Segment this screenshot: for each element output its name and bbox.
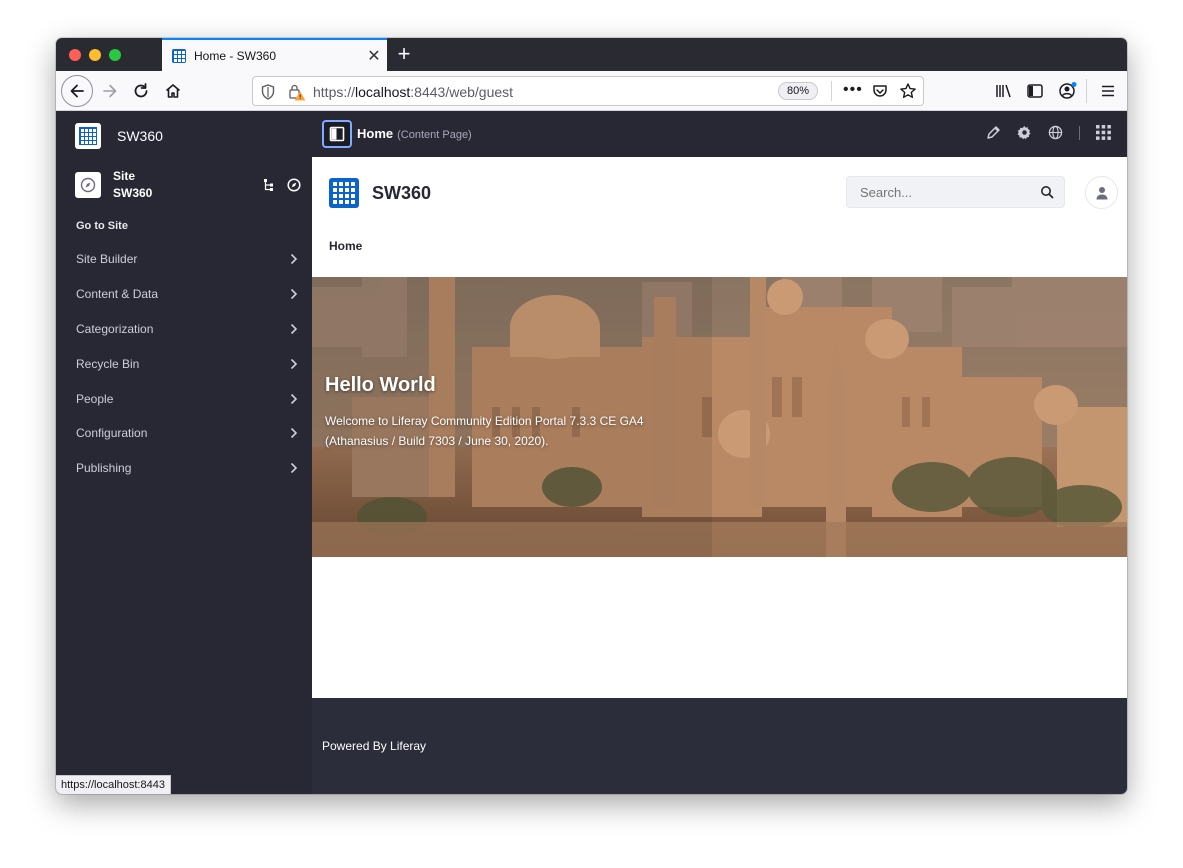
chevron-right-icon	[290, 289, 298, 300]
nav-item-home[interactable]: Home	[329, 239, 362, 253]
go-to-site-link[interactable]: Go to Site	[76, 220, 128, 232]
tab-bar: Home - SW360 ✕ +	[56, 38, 1127, 71]
navigation-toolbar: https://localhost:8443/web/guest 80% •••	[56, 71, 1127, 111]
chevron-right-icon	[290, 393, 298, 404]
page-tree-icon[interactable]	[263, 178, 275, 192]
compass-icon	[75, 172, 101, 198]
library-icon[interactable]	[995, 82, 1013, 100]
reload-icon	[134, 83, 148, 98]
browser-tab[interactable]: Home - SW360 ✕	[162, 38, 387, 71]
sidebar-item-publishing[interactable]: Publishing	[56, 451, 312, 486]
brand-name: SW360	[117, 128, 163, 144]
site-name[interactable]: SW360	[372, 183, 431, 204]
page-title: Home (Content Page)	[357, 126, 472, 141]
sidebar-item-people[interactable]: People	[56, 381, 312, 416]
site-selector[interactable]: Site SW360	[75, 168, 301, 202]
bookmark-star-icon[interactable]	[899, 82, 917, 100]
sidebar-item-categorization[interactable]: Categorization	[56, 312, 312, 347]
chevron-right-icon	[290, 463, 298, 474]
address-bar[interactable]: https://localhost:8443/web/guest 80% •••	[252, 76, 924, 106]
close-window-button[interactable]	[69, 49, 81, 61]
site-label: Site	[113, 169, 136, 183]
search-icon[interactable]	[1040, 185, 1054, 199]
arrow-right-icon	[103, 84, 117, 98]
pocket-icon[interactable]	[872, 83, 888, 99]
favicon-icon	[172, 48, 186, 63]
new-tab-button[interactable]: +	[392, 42, 416, 66]
home-icon	[165, 84, 181, 98]
sidebar-item-site-builder[interactable]: Site Builder	[56, 242, 312, 277]
product-menu-toggle[interactable]	[322, 120, 352, 148]
page-actions-icon[interactable]: •••	[843, 82, 863, 98]
url-text[interactable]: https://localhost:8443/web/guest	[313, 84, 513, 100]
search-bar	[846, 176, 1065, 208]
product-menu-list: Site Builder Content & Data Categorizati…	[56, 242, 312, 486]
chevron-right-icon	[290, 323, 298, 335]
back-button[interactable]	[61, 75, 93, 107]
apps-grid-icon[interactable]	[1096, 125, 1111, 140]
account-icon[interactable]	[1058, 81, 1078, 101]
pencil-icon[interactable]	[986, 125, 1001, 140]
arrow-left-icon	[70, 84, 84, 98]
forward-button[interactable]	[96, 77, 124, 105]
sidebar-item-recycle-bin[interactable]: Recycle Bin	[56, 346, 312, 381]
chevron-right-icon	[290, 358, 298, 369]
footer-text[interactable]: Powered By Liferay	[322, 739, 426, 753]
footer: Powered By Liferay	[312, 698, 1127, 794]
search-input[interactable]	[847, 177, 1027, 207]
user-avatar-button[interactable]	[1085, 176, 1118, 209]
shield-icon[interactable]	[261, 84, 275, 100]
browser-window: Home - SW360 ✕ + https://localhost:8443/…	[56, 38, 1127, 794]
home-button[interactable]	[159, 77, 187, 105]
hero-body: Welcome to Liferay Community Edition Por…	[325, 414, 644, 448]
main-content: Home(Content Page) SW360 Home	[312, 111, 1127, 794]
menu-icon[interactable]	[1099, 82, 1117, 100]
sidebar-item-configuration[interactable]: Configuration	[56, 416, 312, 451]
gear-icon[interactable]	[1017, 125, 1032, 140]
hero-banner: Hello World Welcome to Liferay Community…	[312, 277, 1127, 557]
sidebar-item-content-data[interactable]: Content & Data	[56, 277, 312, 312]
site-name: SW360	[113, 186, 153, 200]
user-icon	[1096, 186, 1107, 199]
zoom-level-badge[interactable]: 80%	[778, 82, 819, 100]
product-menu: SW360 Site SW360 Go to Site Site Builder…	[56, 111, 312, 794]
tab-title: Home - SW360	[194, 48, 277, 63]
minimize-window-button[interactable]	[89, 49, 101, 61]
reload-button[interactable]	[127, 77, 155, 105]
sidebar-panel-icon	[329, 126, 345, 142]
control-menu: Home (Content Page)	[312, 111, 1127, 157]
sidebar-toggle-icon[interactable]	[1026, 82, 1044, 100]
chevron-right-icon	[290, 428, 298, 439]
maximize-window-button[interactable]	[109, 49, 121, 61]
go-to-site-compass-icon[interactable]	[287, 178, 301, 192]
site-header: SW360 Home	[312, 157, 1127, 277]
status-bar-url: https://localhost:8443	[56, 775, 171, 794]
insecure-lock-icon[interactable]	[288, 83, 306, 101]
hero-title: Hello World	[325, 374, 436, 396]
product-menu-brand[interactable]: SW360	[75, 123, 163, 149]
sw360-logo-icon	[75, 123, 101, 149]
hero-content: Hello World Welcome to Liferay Community…	[325, 374, 685, 451]
page-type: (Content Page)	[397, 129, 472, 141]
close-tab-icon[interactable]: ✕	[361, 46, 387, 66]
simulation-globe-icon[interactable]	[1048, 125, 1063, 140]
site-logo-icon[interactable]	[329, 178, 359, 208]
chevron-right-icon	[290, 254, 298, 265]
